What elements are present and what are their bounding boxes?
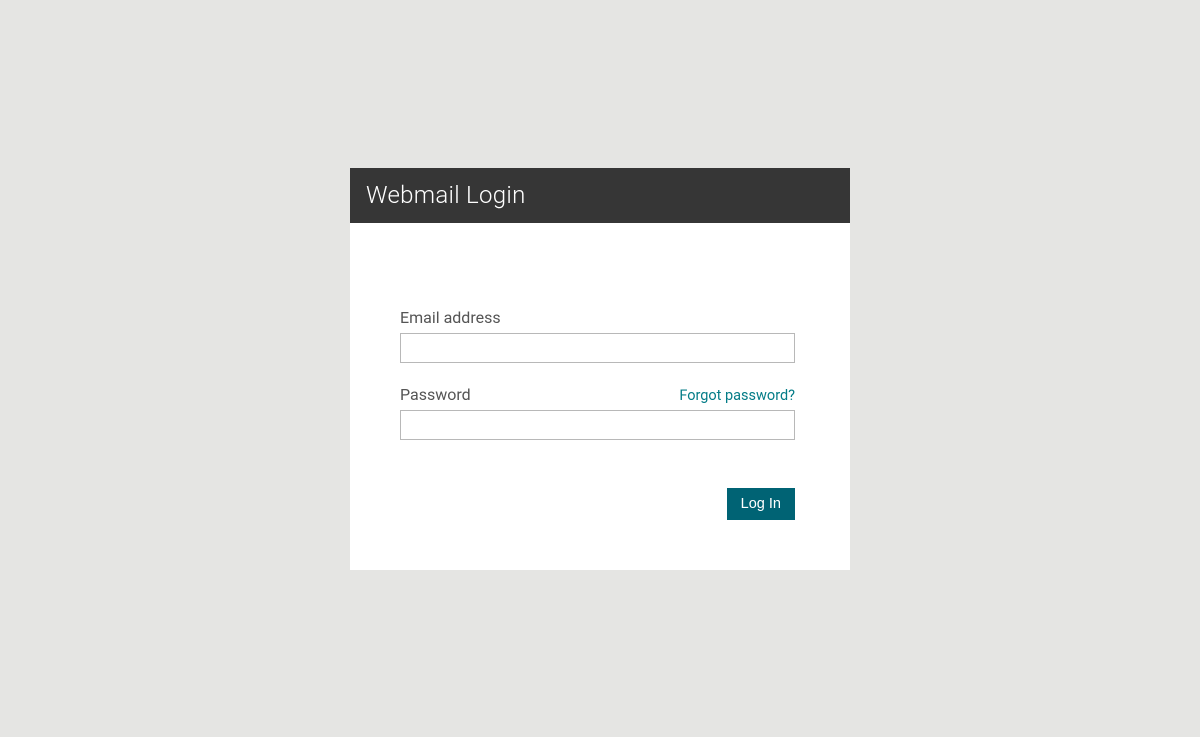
forgot-password-link[interactable]: Forgot password? xyxy=(679,387,795,404)
actions-row: Log In xyxy=(400,488,795,520)
login-body: Email address Password Forgot password? … xyxy=(350,223,850,570)
email-group: Email address xyxy=(400,308,795,363)
email-field[interactable] xyxy=(400,333,795,363)
password-label: Password xyxy=(400,385,471,404)
password-group: Password Forgot password? xyxy=(400,385,795,440)
password-field[interactable] xyxy=(400,410,795,440)
login-header: Webmail Login xyxy=(350,168,850,223)
login-button[interactable]: Log In xyxy=(727,488,795,520)
login-card: Webmail Login Email address Password For… xyxy=(350,168,850,570)
email-label: Email address xyxy=(400,308,501,327)
page-title: Webmail Login xyxy=(366,181,834,209)
